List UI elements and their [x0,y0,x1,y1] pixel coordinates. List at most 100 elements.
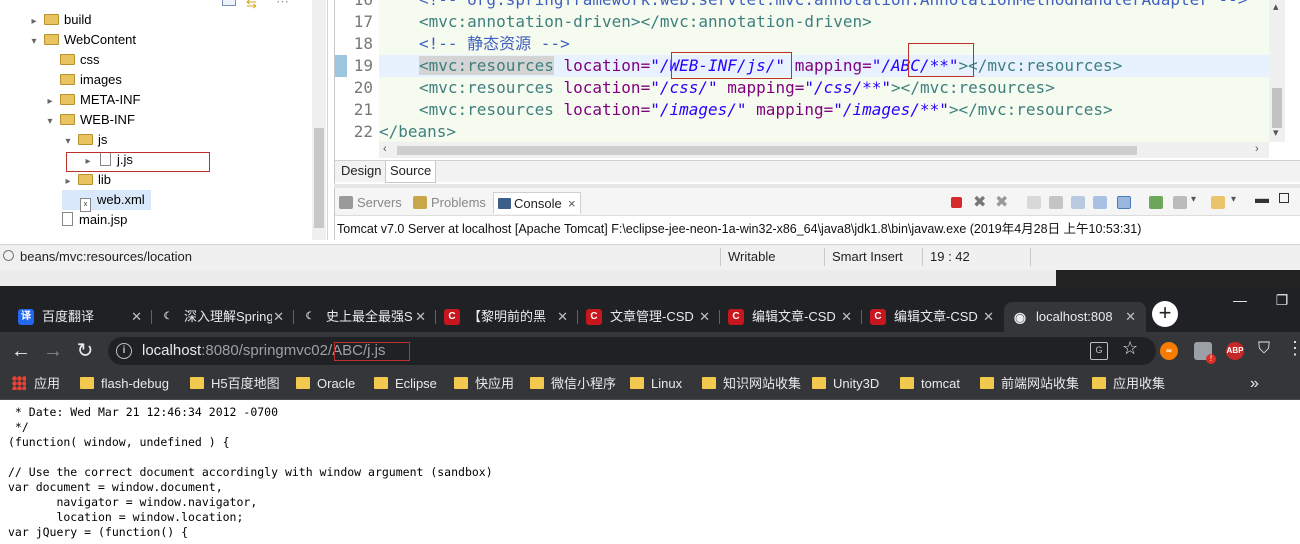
bookmark-folder[interactable]: tomcat [900,370,960,400]
clear-console-icon[interactable] [1027,196,1041,209]
tab-source[interactable]: Source [385,161,437,183]
close-tab-icon[interactable]: ✕ [273,302,284,332]
tree-scrollbar[interactable] [312,0,326,240]
tab-localhost[interactable]: ◉ localhost:808 ✕ [1004,302,1146,332]
editor-hscroll-thumb[interactable] [397,146,1137,155]
minimize-icon[interactable]: ▬ [1255,190,1269,206]
terminate-icon[interactable] [951,197,962,208]
chevron-down-icon[interactable]: ▾ [1191,194,1196,205]
bookmark-folder[interactable]: Eclipse [374,370,437,400]
tab-servers[interactable]: Servers [357,192,402,214]
expand-arrow-icon[interactable]: ▸ [28,12,40,32]
collapse-arrow-icon[interactable]: ▾ [28,32,40,52]
tree-item-webcontent[interactable]: ▾ WebContent [28,30,136,50]
scroll-left-icon[interactable]: ‹ [383,143,387,155]
collapse-arrow-icon[interactable]: ▾ [62,132,74,152]
link-editor-icon[interactable]: ⇆ [246,0,257,12]
display-console-icon[interactable] [1173,196,1187,209]
bookmark-folder[interactable]: H5百度地图 [190,370,280,400]
tab-problems[interactable]: Problems [431,192,486,214]
close-icon[interactable]: × [568,193,576,215]
bookmark-folder[interactable]: 知识网站收集 [702,370,801,400]
tree-item-meta-inf[interactable]: ▸ META-INF [44,90,140,110]
bookmark-folder[interactable]: Linux [630,370,682,400]
open-console-icon[interactable] [1211,196,1225,209]
tab-csdn-3[interactable]: C 编辑文章-CSD ✕ [720,302,862,332]
tab-csdn-4[interactable]: C 编辑文章-CSD ✕ [862,302,1004,332]
tab-strongest[interactable]: ☾ 史上最全最强S ✕ [294,302,436,332]
extension-infinity-icon[interactable]: ∞ [1160,342,1178,360]
tab-csdn-2[interactable]: C 文章管理-CSD ✕ [578,302,720,332]
chevron-down-icon[interactable]: ▾ [1231,194,1236,205]
remove-launch-icon[interactable]: ✖ [973,192,986,212]
show-on-error-icon[interactable] [1117,196,1131,209]
tree-item-web-xml[interactable]: x web.xml [62,190,151,212]
translate-icon[interactable]: G [1090,342,1108,360]
reload-button[interactable]: ↻ [72,338,98,364]
tab-title: 文章管理-CSD [610,309,694,324]
close-tab-icon[interactable]: ✕ [841,302,852,332]
remove-all-icon[interactable]: ✖ [995,192,1008,212]
editor-horizontal-scrollbar[interactable]: ‹ › [379,142,1269,158]
shield-icon[interactable]: ⛉ [1258,340,1270,358]
editor-vertical-scrollbar[interactable]: ▴ ▾ [1269,0,1285,142]
view-menu-icon[interactable]: ⋯ [276,0,289,10]
close-tab-icon[interactable]: ✕ [1125,302,1136,332]
maximize-icon[interactable] [1279,193,1289,203]
bookmark-folder[interactable]: 快应用 [454,370,514,400]
editor-vscroll-thumb[interactable] [1272,88,1282,128]
bookmark-label: 知识网站收集 [723,376,802,391]
new-tab-button[interactable]: + [1152,301,1178,327]
close-tab-icon[interactable]: ✕ [983,302,994,332]
menu-icon[interactable]: ⋮ [1286,338,1300,359]
bookmark-star-icon[interactable]: ☆ [1122,338,1138,359]
pin-console-icon[interactable] [1149,196,1163,209]
bookmark-folder[interactable]: 应用收集 [1092,370,1165,400]
adblock-plus-icon[interactable]: ABP [1226,342,1244,360]
tab-csdn-1[interactable]: C 【黎明前的黑 ✕ [436,302,578,332]
tab-baidu-translate[interactable]: 译 百度翻译 ✕ [10,302,152,332]
tree-item-css[interactable]: css [44,50,100,70]
tab-spring[interactable]: ☾ 深入理解Spring ✕ [152,302,294,332]
bookmark-folder[interactable]: Oracle [296,370,355,400]
collapse-arrow-icon[interactable]: ▾ [44,112,56,132]
close-tab-icon[interactable]: ✕ [699,302,710,332]
tree-item-js[interactable]: ▾ js [62,130,107,150]
bookmark-folder[interactable]: flash-debug [80,370,169,400]
annotation-box-url [334,342,410,361]
tree-item-build[interactable]: ▸ build [28,10,91,30]
view-divider[interactable] [334,184,1300,188]
bookmarks-overflow-button[interactable]: » [1250,370,1259,400]
tab-design[interactable]: Design [337,161,385,183]
scroll-right-icon[interactable]: › [1255,143,1259,155]
scroll-lock-icon[interactable] [1049,196,1063,209]
tab-console[interactable]: Console × [493,192,581,214]
expand-arrow-icon[interactable]: ▸ [62,172,74,192]
scroll-up-icon[interactable]: ▴ [1273,0,1279,13]
bookmark-folder[interactable]: Unity3D [812,370,879,400]
tree-item-lib[interactable]: ▸ lib [62,170,111,190]
collapse-all-icon[interactable] [222,0,236,6]
source-line: // Use the correct document accordingly … [8,465,493,479]
site-info-icon[interactable]: i [116,343,132,359]
close-tab-icon[interactable]: ✕ [131,302,142,332]
forward-button[interactable]: → [40,338,66,364]
bookmark-folder[interactable]: 微信小程序 [530,370,616,400]
expand-arrow-icon[interactable]: ▸ [44,92,56,112]
close-tab-icon[interactable]: ✕ [557,302,568,332]
tree-item-web-inf[interactable]: ▾ WEB-INF [44,110,134,132]
tree-scroll-thumb[interactable] [314,128,324,228]
bookmark-apps[interactable]: 应用 [12,370,60,400]
tree-item-images[interactable]: images [44,70,122,90]
bookmark-folder[interactable]: 前端网站收集 [980,370,1079,400]
window-maximize-icon[interactable]: ❐ [1262,286,1300,316]
tree-item-main-jsp[interactable]: main.jsp [44,210,127,230]
show-on-output-icon[interactable] [1093,196,1107,209]
word-wrap-icon[interactable] [1071,196,1085,209]
scroll-down-icon[interactable]: ▾ [1273,126,1279,139]
window-minimize-icon[interactable]: — [1220,286,1260,316]
close-tab-icon[interactable]: ✕ [415,302,426,332]
back-button[interactable]: ← [8,338,34,364]
address-bar[interactable]: i localhost:8080/springmvc02/ABC/j.js G … [108,337,1156,365]
code-area[interactable]: <!-- org.springframework.web.servlet.mvc… [379,0,1269,142]
